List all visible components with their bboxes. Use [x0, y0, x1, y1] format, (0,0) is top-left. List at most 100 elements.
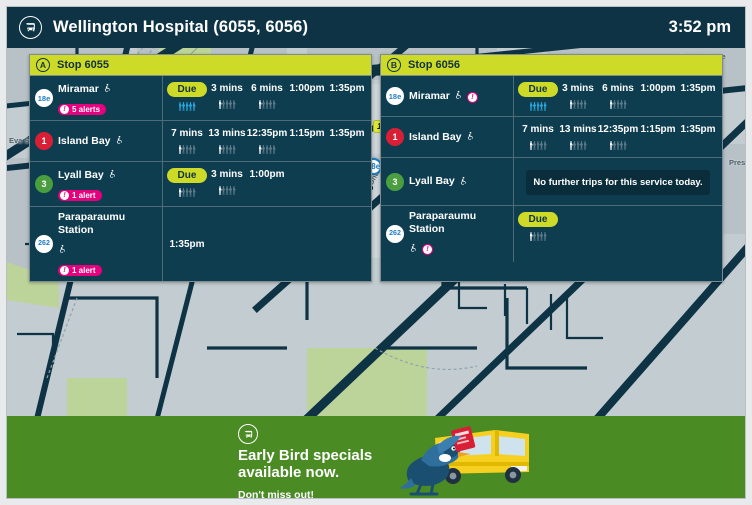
departure-time: 1:35pm — [329, 128, 365, 139]
table-row[interactable]: 1 Island Bay 7 mins 13 mins 12:35pm 1:15… — [30, 121, 371, 162]
service-info: 18e Miramar ! 5 alerts — [30, 76, 163, 120]
departure-time: 1:35pm — [169, 239, 205, 251]
stop-panel-header: B Stop 6056 — [381, 55, 722, 76]
status-badge[interactable]: ! 5 alerts — [58, 104, 107, 115]
occupancy-indicator — [218, 184, 236, 195]
clock: 3:52 pm — [668, 18, 731, 36]
departure-slot[interactable]: 3 mins — [558, 82, 598, 109]
departure-slot[interactable]: 12:35pm — [247, 127, 287, 154]
occupancy-indicator — [569, 139, 587, 150]
table-row[interactable]: 3 Lyall Bay No further trips for this se… — [381, 158, 722, 206]
departure-time: 13 mins — [559, 124, 597, 135]
departure-time: Due — [517, 82, 559, 97]
departure-time: 7 mins — [522, 124, 554, 135]
route-badge: 18e — [35, 89, 53, 107]
route-badge: 1 — [35, 132, 53, 150]
departure-slot[interactable]: 13 mins — [558, 123, 598, 150]
bus-icon — [19, 16, 42, 39]
page-title: Wellington Hospital (6055, 6056) — [53, 18, 309, 36]
departure-time: 7 mins — [171, 128, 203, 139]
departure-slot[interactable]: 1:00pm — [638, 82, 678, 95]
table-row[interactable]: 18e Miramar ! 5 alerts Due 3 mins 6 mins… — [30, 76, 371, 121]
departure-time: 6 mins — [251, 83, 283, 94]
advertisement-banner[interactable]: Early Bird specials available now. Don't… — [7, 416, 745, 498]
service-info: 3 Lyall Bay ! 1 alert — [30, 162, 163, 206]
alert-count-label: 5 alerts — [72, 105, 101, 114]
departure-slot[interactable]: 1:35pm — [167, 238, 207, 251]
table-row[interactable]: 262 Paraparaumu Station ! Due — [381, 206, 722, 262]
exclamation-icon: ! — [60, 105, 69, 114]
departure-time: 1:35pm — [680, 124, 716, 135]
stop-title: Stop 6056 — [408, 59, 460, 71]
departure-slot[interactable]: Due — [166, 168, 208, 197]
departure-time: 1:00pm — [640, 83, 676, 94]
occupancy-indicator — [178, 186, 196, 197]
departure-times: 7 mins 13 mins 12:35pm 1:15pm 1:35pm — [514, 117, 722, 157]
no-further-trips-message: No further trips for this service today. — [526, 170, 710, 195]
stop-panel-6055: A Stop 6055 18e Miramar ! 5 alerts Due 3… — [29, 54, 372, 282]
alert-count-label: 1 alert — [72, 265, 96, 275]
wheelchair-accessible-icon — [454, 87, 463, 105]
occupancy-indicator — [529, 139, 547, 150]
departure-time: 3 mins — [211, 169, 243, 180]
occupancy-indicator — [218, 143, 236, 154]
destination-label: Lyall Bay — [58, 168, 104, 181]
status-badge[interactable]: ! — [422, 244, 433, 256]
occupancy-indicator — [218, 98, 236, 109]
app-header: Wellington Hospital (6055, 6056) 3:52 pm — [7, 7, 745, 48]
departure-slot[interactable]: 1:35pm — [327, 127, 367, 140]
departure-time: 1:15pm — [640, 124, 676, 135]
wheelchair-accessible-icon — [466, 128, 475, 146]
departure-slot[interactable]: 6 mins — [247, 82, 287, 109]
status-badge[interactable]: ! — [466, 91, 478, 103]
destination-label: Lyall Bay — [409, 175, 455, 188]
service-info: 18e Miramar ! — [381, 76, 514, 116]
departure-slot[interactable]: 1:35pm — [678, 82, 718, 95]
departure-slot[interactable]: 1:00pm — [247, 168, 287, 181]
table-row[interactable]: 262 Paraparaumu Station ! 1 alert 1:35pm — [30, 207, 371, 281]
occupancy-indicator — [569, 98, 587, 109]
departure-slot[interactable]: 1:15pm — [287, 127, 327, 140]
exclamation-icon: ! — [423, 245, 432, 255]
route-badge: 262 — [386, 224, 404, 243]
service-info: 262 Paraparaumu Station ! — [381, 206, 514, 262]
departure-panels: A Stop 6055 18e Miramar ! 5 alerts Due 3… — [7, 54, 745, 282]
route-badge: 3 — [35, 175, 53, 193]
departure-slot[interactable]: 3 mins — [207, 168, 247, 195]
exclamation-icon: ! — [467, 92, 477, 102]
departure-slot[interactable]: 1:15pm — [638, 123, 678, 136]
wheelchair-accessible-icon — [459, 173, 468, 191]
departure-slot[interactable]: Due — [517, 212, 559, 241]
route-badge: 18e — [386, 87, 404, 105]
service-info: 262 Paraparaumu Station ! 1 alert — [30, 207, 163, 281]
table-row[interactable]: 18e Miramar ! Due 3 mins 6 mins 1:00pm 1… — [381, 76, 722, 117]
status-badge[interactable]: ! 1 alert — [58, 264, 102, 276]
transit-display-screen: Glover Park St James Theatre Timezone Op… — [6, 6, 746, 499]
occupancy-indicator — [529, 230, 547, 241]
departure-slot[interactable]: 7 mins — [167, 127, 207, 154]
status-badge[interactable]: ! 1 alert — [58, 190, 102, 201]
departure-slot[interactable]: 13 mins — [207, 127, 247, 154]
occupancy-indicator — [258, 143, 276, 154]
service-info: 1 Island Bay — [381, 117, 514, 157]
departure-times: Due 3 mins 6 mins 1:00pm 1:35pm — [163, 76, 371, 120]
wheelchair-accessible-icon — [58, 241, 67, 259]
departure-slot[interactable]: Due — [166, 82, 208, 111]
stop-letter-badge: B — [387, 58, 401, 72]
departure-slot[interactable]: Due — [517, 82, 559, 111]
departure-slot[interactable]: 12:35pm — [598, 123, 638, 150]
departure-time: 1:35pm — [680, 83, 716, 94]
table-row[interactable]: 1 Island Bay 7 mins 13 mins 12:35pm 1:15… — [381, 117, 722, 158]
stop-panel-header: A Stop 6055 — [30, 55, 371, 76]
stop-letter-badge: A — [36, 58, 50, 72]
route-badge: 1 — [386, 128, 404, 146]
departure-slot[interactable]: 6 mins — [598, 82, 638, 109]
departure-slot[interactable]: 1:35pm — [327, 82, 367, 95]
departure-slot[interactable]: 1:00pm — [287, 82, 327, 95]
departure-slot[interactable]: 1:35pm — [678, 123, 718, 136]
departure-times: 1:35pm — [163, 207, 371, 281]
departure-slot[interactable]: 7 mins — [518, 123, 558, 150]
table-row[interactable]: 3 Lyall Bay ! 1 alert Due 3 mins 1:00pm — [30, 162, 371, 207]
departure-slot[interactable]: 3 mins — [207, 82, 247, 109]
bus-icon — [238, 424, 258, 444]
